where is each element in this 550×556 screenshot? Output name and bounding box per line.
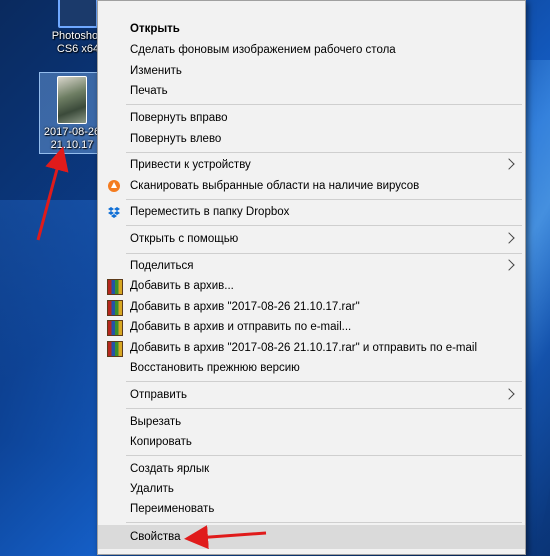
annotation-arrows — [36, 146, 267, 550]
arrow-to-file-icon — [36, 146, 69, 241]
arrow-to-properties — [184, 525, 267, 550]
